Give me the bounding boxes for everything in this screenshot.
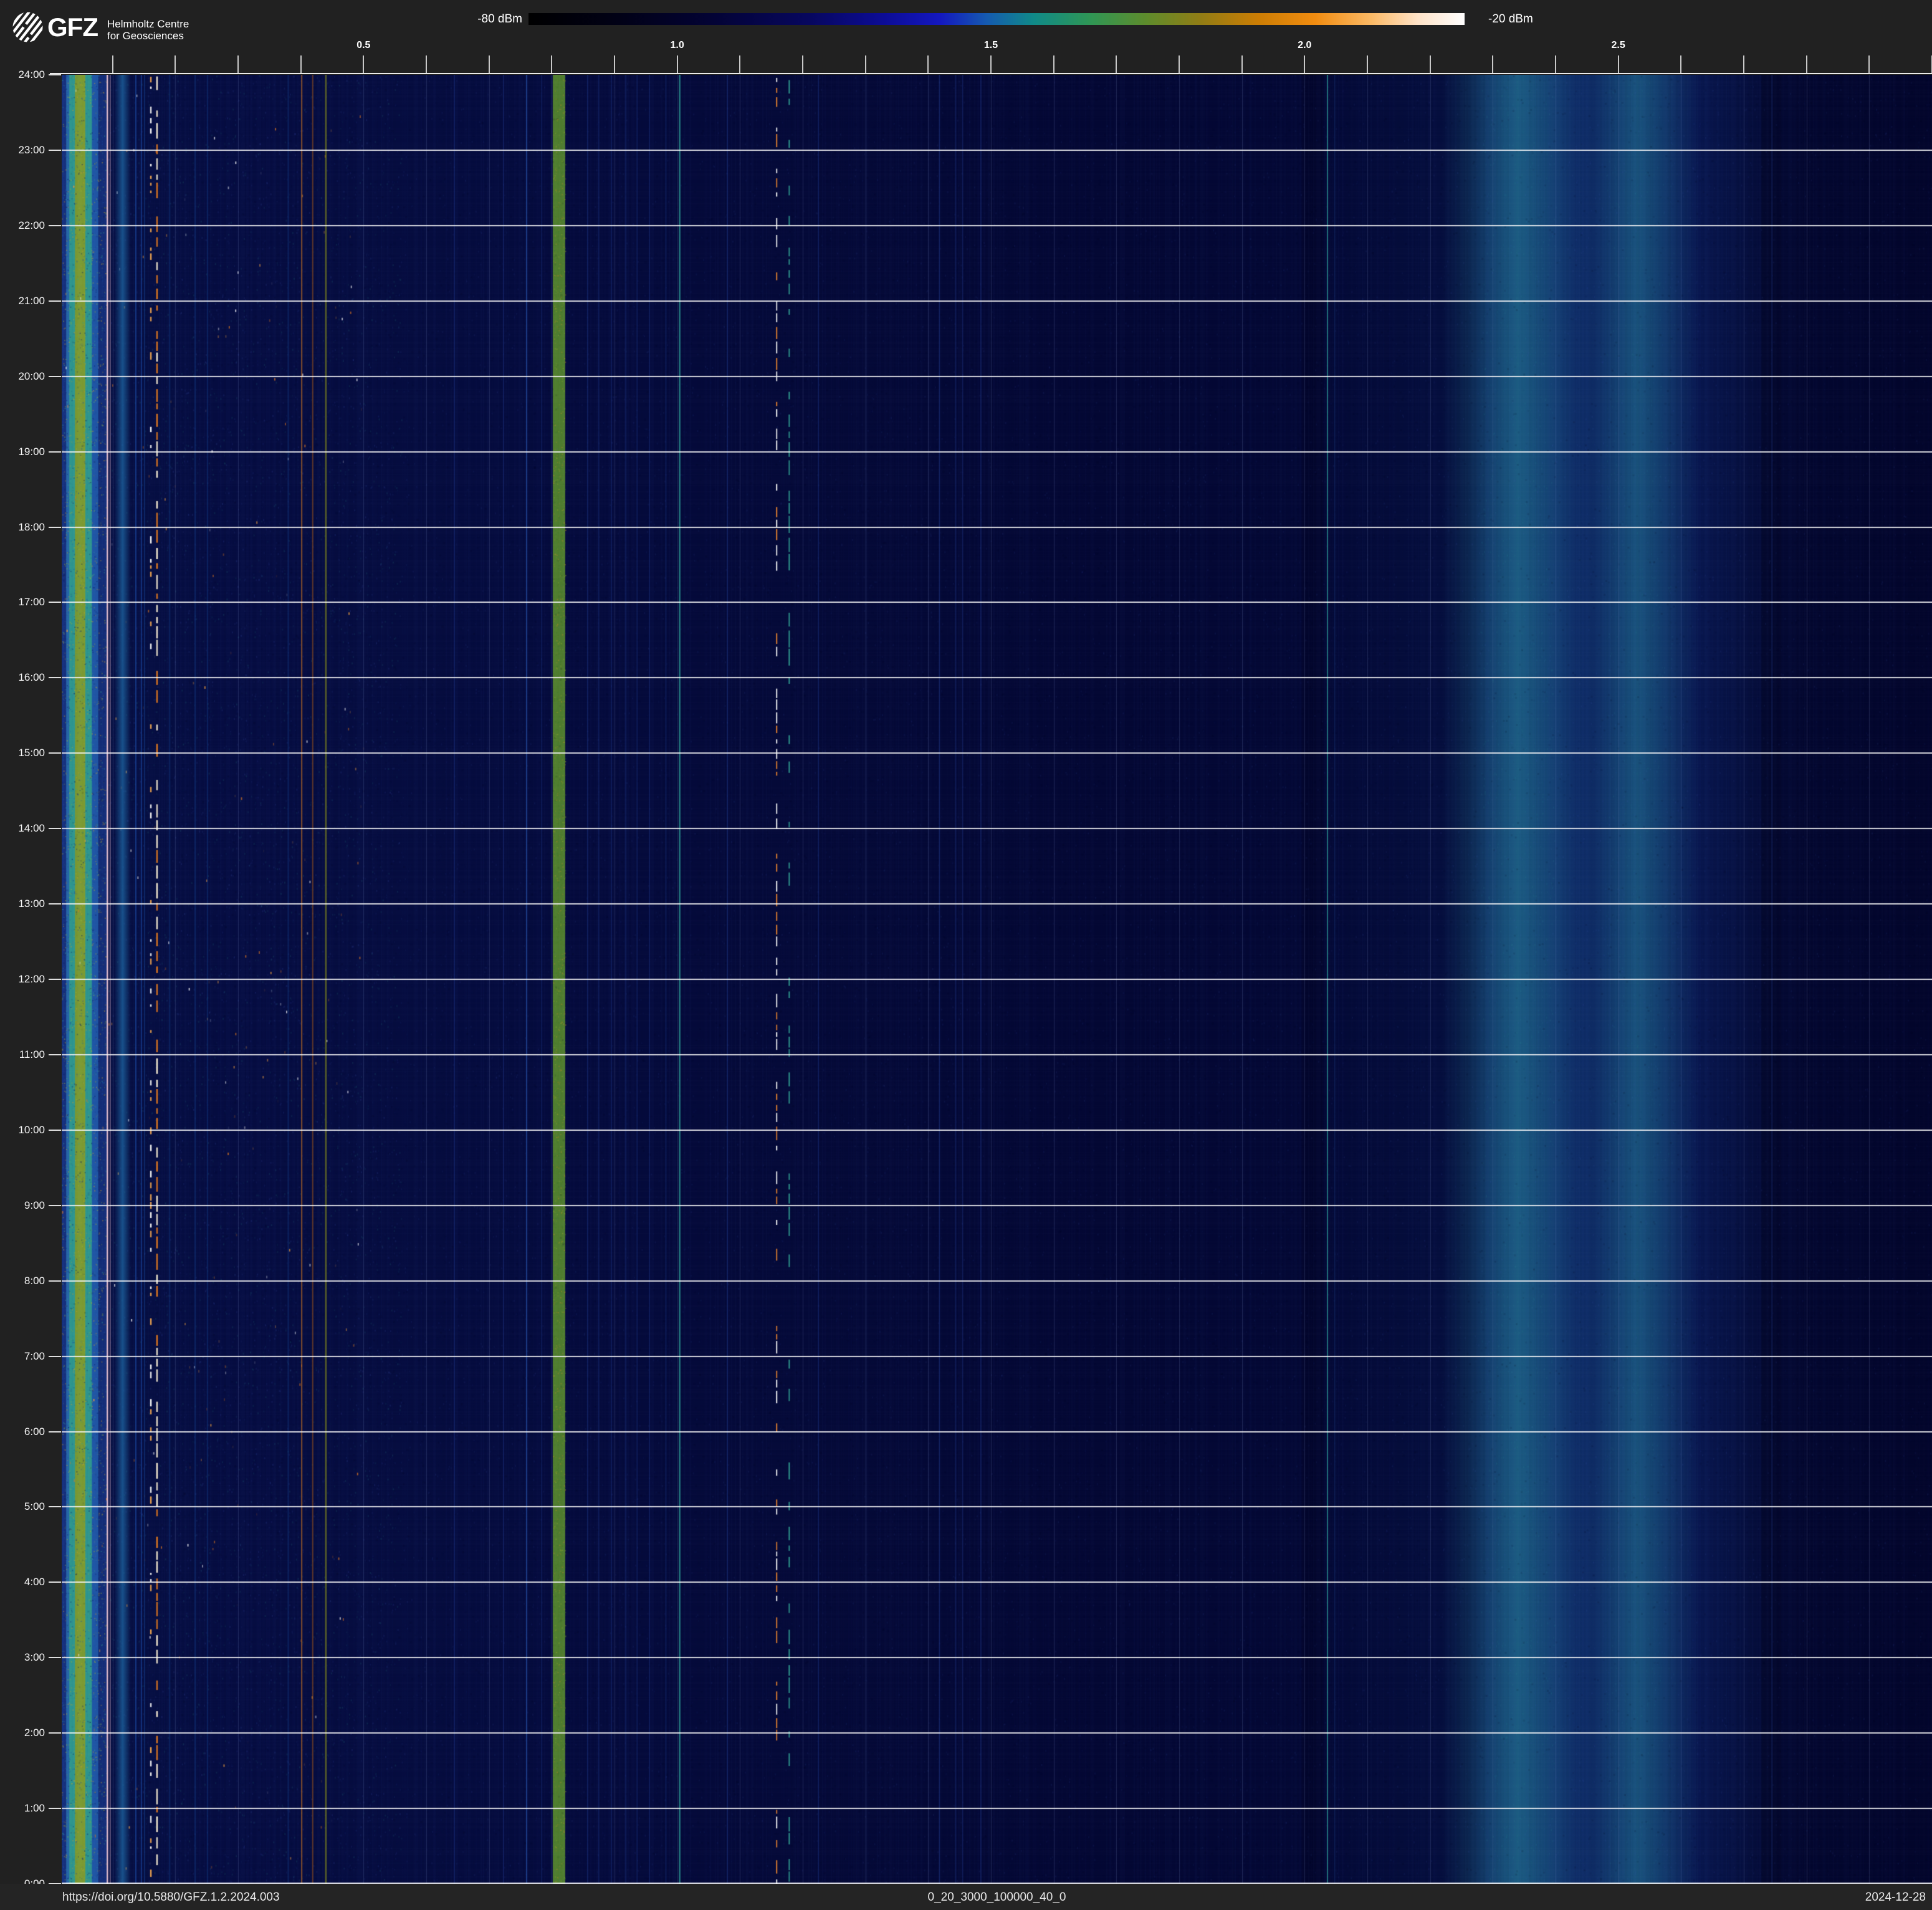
freq-tick-label: 1.5: [972, 40, 1010, 51]
time-tick: [49, 1808, 61, 1809]
org-line2: for Geosciences: [107, 30, 184, 42]
time-tick-label: 16:00: [0, 671, 45, 684]
freq-tick: [1304, 55, 1305, 73]
freq-tick: [175, 55, 176, 73]
time-tick-label: 10:00: [0, 1124, 45, 1136]
time-tick-label: 23:00: [0, 144, 45, 156]
time-tick: [49, 979, 61, 980]
freq-tick-label: 0.5: [345, 40, 382, 51]
time-tick-label: 22:00: [0, 219, 45, 232]
freq-tick: [1492, 55, 1493, 73]
time-tick: [49, 903, 61, 905]
freq-tick: [112, 55, 113, 73]
time-tick: [49, 1431, 61, 1432]
time-tick: [49, 1130, 61, 1131]
freq-tick: [363, 55, 364, 73]
time-tick-label: 19:00: [0, 446, 45, 458]
time-tick: [49, 1506, 61, 1507]
time-tick-label: 12:00: [0, 973, 45, 986]
freq-tick: [1116, 55, 1117, 73]
time-tick: [49, 300, 61, 302]
gfz-logo-icon: [12, 12, 43, 42]
freq-tick: [865, 55, 866, 73]
time-tick: [49, 602, 61, 603]
time-tick-label: 8:00: [0, 1275, 45, 1287]
time-tick: [49, 225, 61, 226]
freq-tick: [551, 55, 552, 73]
time-tick: [49, 1581, 61, 1583]
freq-tick: [739, 55, 740, 73]
freq-tick: [1806, 55, 1807, 73]
freq-tick-label: 2.0: [1286, 40, 1323, 51]
gfz-brand-text: GFZ: [47, 12, 98, 42]
colorbar-min-label: -80 dBm: [467, 13, 522, 26]
freq-tick: [677, 55, 678, 73]
time-tick: [49, 527, 61, 528]
time-tick-label: 15:00: [0, 747, 45, 759]
freq-tick: [1367, 55, 1368, 73]
freq-tick-label: 2.5: [1600, 40, 1637, 51]
freq-tick-label: 1.0: [659, 40, 696, 51]
freq-tick: [1053, 55, 1054, 73]
time-tick-label: 5:00: [0, 1500, 45, 1513]
freq-tick: [1618, 55, 1619, 73]
freq-tick: [1868, 55, 1870, 73]
freq-tick: [802, 55, 803, 73]
spectrogram-page: GFZ Helmholtz Centre for Geosciences -80…: [0, 0, 1932, 1910]
time-tick: [49, 451, 61, 453]
time-tick: [49, 1732, 61, 1734]
time-tick: [49, 150, 61, 151]
time-tick-label: 17:00: [0, 596, 45, 608]
time-tick-label: 11:00: [0, 1049, 45, 1061]
freq-tick: [1179, 55, 1180, 73]
time-tick-label: 1:00: [0, 1802, 45, 1815]
time-tick-label: 3:00: [0, 1651, 45, 1664]
time-tick-label: 18:00: [0, 521, 45, 534]
time-tick-label: 4:00: [0, 1576, 45, 1588]
freq-tick: [300, 55, 302, 73]
time-tick: [49, 74, 61, 75]
freq-tick: [1430, 55, 1431, 73]
footer-bar: https://doi.org/10.5880/GFZ.1.2.2024.003…: [0, 1884, 1932, 1910]
freq-tick: [927, 55, 929, 73]
time-tick-label: 13:00: [0, 898, 45, 910]
time-tick: [49, 1054, 61, 1055]
params-text: 0_20_3000_100000_40_0: [62, 1884, 1932, 1910]
time-tick: [49, 1280, 61, 1282]
freq-tick: [426, 55, 427, 73]
time-tick-label: 7:00: [0, 1350, 45, 1363]
time-tick-label: 20:00: [0, 370, 45, 383]
freq-tick: [489, 55, 490, 73]
time-tick: [49, 376, 61, 377]
freq-tick: [1743, 55, 1744, 73]
freq-tick: [614, 55, 615, 73]
freq-tick: [1680, 55, 1681, 73]
freq-tick: [990, 55, 992, 73]
freq-tick: [1555, 55, 1556, 73]
time-tick-label: 9:00: [0, 1199, 45, 1212]
time-tick: [49, 1205, 61, 1206]
freq-tick: [1241, 55, 1243, 73]
time-tick-label: 21:00: [0, 295, 45, 307]
gfz-org-name: Helmholtz Centre for Geosciences: [107, 18, 189, 42]
colorbar-max-label: -20 dBm: [1488, 13, 1533, 26]
org-line1: Helmholtz Centre: [107, 18, 189, 30]
time-tick: [49, 1657, 61, 1658]
time-tick-label: 14:00: [0, 822, 45, 835]
time-tick: [49, 677, 61, 678]
date-text: 2024-12-28: [1865, 1884, 1926, 1910]
freq-tick: [237, 55, 239, 73]
time-tick: [49, 828, 61, 829]
time-tick-label: 6:00: [0, 1426, 45, 1438]
frequency-axis-line: [50, 73, 1932, 74]
time-tick-label: 2:00: [0, 1727, 45, 1739]
spectrogram-canvas: [62, 75, 1932, 1884]
time-tick-label: 24:00: [0, 69, 45, 81]
colorbar: [528, 13, 1465, 25]
time-tick: [49, 1356, 61, 1357]
time-tick: [49, 752, 61, 754]
